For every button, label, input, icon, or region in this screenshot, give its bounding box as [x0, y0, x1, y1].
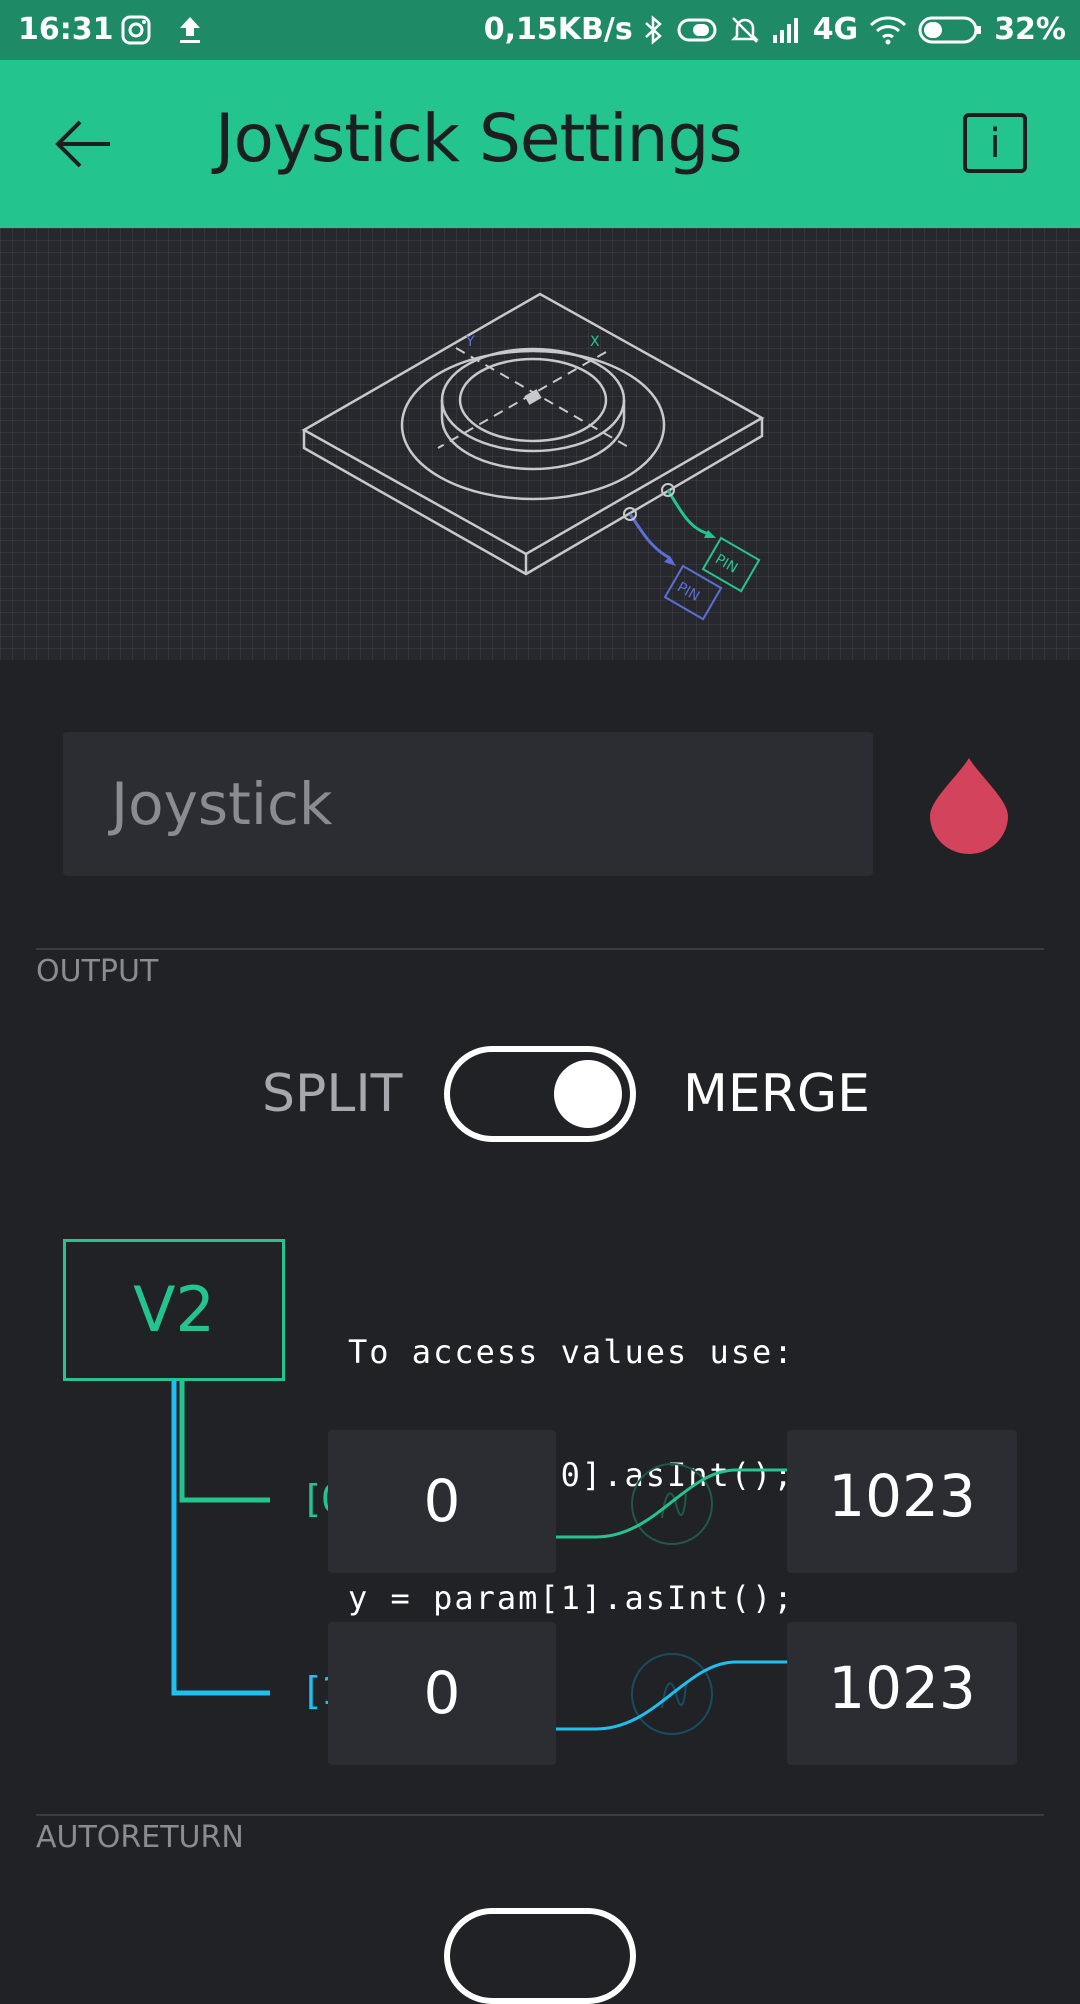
signal-icon	[772, 17, 798, 43]
split-label[interactable]: SPLIT	[262, 1064, 402, 1124]
code-line: y = param[1].asInt();	[348, 1579, 795, 1617]
battery-level: 32%	[994, 12, 1066, 47]
joystick-illustration: Y X PIN PIN	[0, 228, 1080, 660]
output-divider	[36, 948, 1044, 950]
param-0-mapping-curve	[556, 1463, 788, 1545]
joystick-diagram: Y X PIN PIN	[301, 292, 765, 621]
autoreturn-toggle[interactable]	[444, 1908, 636, 2004]
param-1-min-input[interactable]: 0	[328, 1622, 556, 1765]
network-speed: 0,15KB/s	[483, 12, 633, 47]
vibrate-icon	[677, 18, 717, 41]
param-0-max-input[interactable]: 1023	[787, 1430, 1017, 1573]
x-axis-label: X	[590, 334, 600, 350]
code-line: To access values use:	[348, 1333, 795, 1371]
pin-label-blue: PIN	[674, 579, 702, 604]
toggle-knob	[554, 1060, 622, 1128]
split-merge-toggle[interactable]	[444, 1046, 636, 1142]
arrow-left-icon	[55, 120, 110, 168]
merge-label[interactable]: MERGE	[683, 1064, 870, 1124]
bluetooth-icon	[644, 14, 662, 45]
back-button[interactable]	[52, 112, 116, 176]
wifi-icon	[870, 15, 907, 44]
info-button[interactable]: i	[963, 113, 1027, 173]
battery-icon	[918, 16, 982, 43]
pin-selector[interactable]: V2	[63, 1239, 285, 1381]
instagram-icon	[121, 15, 151, 45]
mute-icon	[730, 16, 759, 43]
status-bar: 16:31 0,15KB/s 4G 32%	[0, 0, 1080, 60]
status-right: 0,15KB/s 4G 32%	[484, 12, 1066, 47]
autoreturn-section-label: AUTORETURN	[36, 1820, 244, 1855]
status-time: 16:31	[18, 12, 114, 47]
output-section-label: OUTPUT	[36, 954, 159, 989]
param-1-mapping-curve	[556, 1653, 788, 1735]
color-drop-icon	[930, 758, 1008, 854]
network-type: 4G	[812, 12, 859, 47]
y-axis-label: Y	[465, 334, 475, 350]
pin-connector-lines	[171, 1380, 270, 1696]
pin-label-green: PIN	[712, 551, 740, 576]
autoreturn-divider	[36, 1814, 1044, 1816]
widget-name-input[interactable]: Joystick	[63, 732, 873, 876]
color-picker-button[interactable]	[928, 754, 1010, 854]
param-0-min-input[interactable]: 0	[328, 1430, 556, 1573]
upload-icon	[180, 17, 200, 43]
page-title: Joystick Settings	[215, 100, 743, 177]
app-bar: Joystick Settings i	[0, 60, 1080, 228]
param-1-max-input[interactable]: 1023	[787, 1622, 1017, 1765]
